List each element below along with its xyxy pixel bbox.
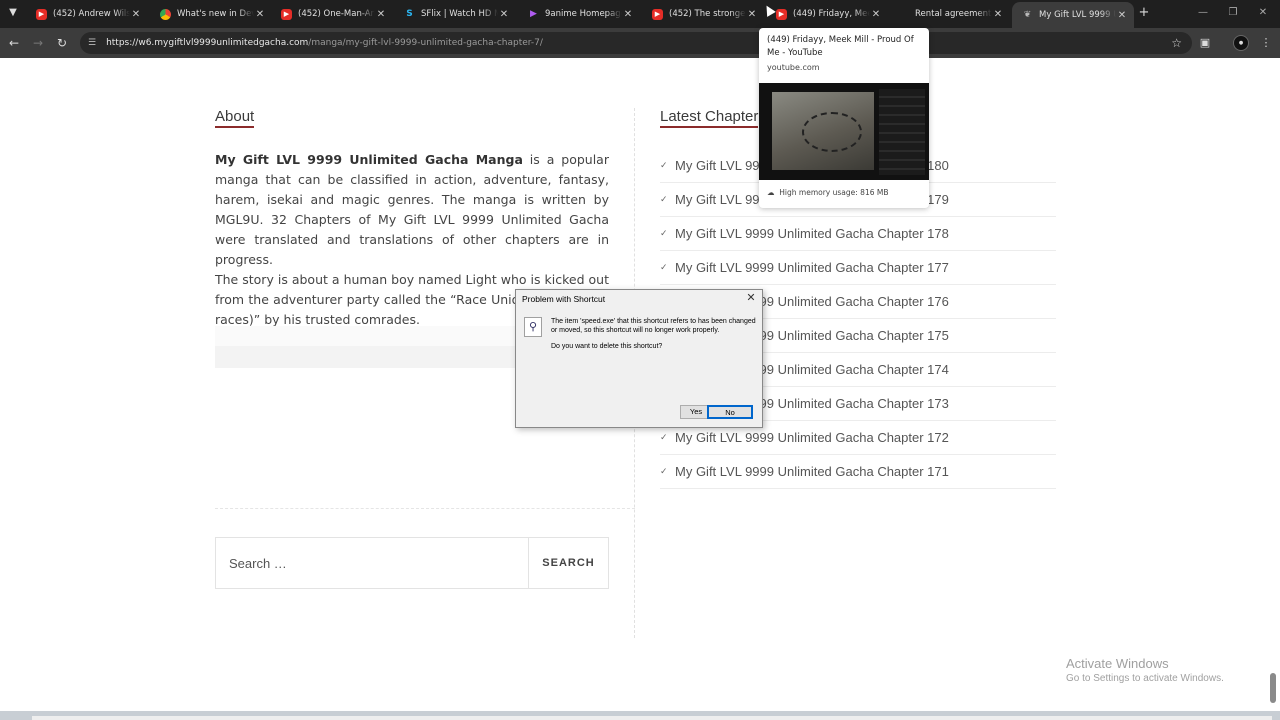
tab-6[interactable]: ▶ (449) Fridayy, Meek M✕ (766, 2, 888, 26)
about-heading: About (215, 108, 255, 128)
blank-favicon-icon (898, 9, 909, 20)
forward-icon[interactable]: → (29, 34, 47, 52)
tab-title: SFlix | Watch HD Mov (421, 9, 498, 19)
check-icon: ✓ (660, 160, 668, 170)
youtube-icon: ▶ (776, 8, 787, 20)
tab-4[interactable]: ▶ 9anime Homepage: E✕ (518, 2, 640, 26)
browser-chrome: ▼ ▶(452) Andrew Wilson✕What's new in Dev… (0, 0, 1280, 58)
tab-2[interactable]: ▶ (452) One-Man-Army✕ (271, 2, 393, 26)
manga-icon: ❦ (1023, 9, 1032, 20)
bookmark-star-icon[interactable]: ☆ (1171, 36, 1182, 50)
anime-icon: ▶ (530, 8, 537, 19)
check-icon: ✓ (660, 262, 668, 272)
manga-title-bold: My Gift LVL 9999 Unlimited Gacha Manga (215, 152, 523, 167)
activate-windows-watermark: Activate Windows Go to Settings to activ… (1066, 656, 1224, 684)
hovercard-domain: youtube.com (767, 63, 820, 72)
dialog-close-icon[interactable]: ✕ (744, 291, 758, 304)
chapter-link[interactable]: My Gift LVL 9999 Unlimited Gacha Chapter… (675, 430, 949, 445)
sflix-icon: S (406, 8, 413, 19)
tab-close-icon[interactable]: ✕ (130, 9, 142, 20)
tab-8[interactable]: ❦ My Gift LVL 9999 Unl✕ (1012, 2, 1134, 28)
check-icon: ✓ (660, 228, 668, 238)
search-input[interactable] (216, 538, 528, 588)
tab-hover-card: (449) Fridayy, Meek Mill - Proud Of Me -… (759, 28, 929, 208)
check-icon: ✓ (660, 466, 668, 476)
search-form: SEARCH (215, 537, 609, 589)
search-shortcut-icon: ⚲ (524, 317, 542, 337)
watermark-line-2: Go to Settings to activate Windows. (1066, 673, 1224, 684)
profile-avatar[interactable]: ● (1233, 35, 1249, 51)
tab-7[interactable]: Rental agreement te✕ (888, 2, 1010, 26)
tab-0[interactable]: ▶ (452) Andrew Wilson✕ (26, 2, 148, 26)
tab-close-icon[interactable]: ✕ (992, 9, 1004, 20)
chapter-link[interactable]: My Gift LVL 9999 Unlimited Gacha Chapter… (675, 260, 949, 275)
preview-sidebar (879, 89, 925, 175)
scroll-thumb[interactable] (32, 716, 1272, 720)
youtube-icon: ▶ (36, 8, 47, 20)
memory-icon: ☁ (767, 188, 775, 197)
reload-icon[interactable]: ↻ (53, 34, 71, 52)
tab-title: (452) The strongest m (669, 9, 746, 19)
tab-title: What's new in DevTo (177, 9, 254, 19)
no-button[interactable]: No (707, 405, 753, 419)
vertical-scrollbar[interactable] (1270, 673, 1276, 703)
preview-video-frame (772, 92, 874, 170)
new-tab-button[interactable]: + (1136, 5, 1152, 21)
tab-title: (452) Andrew Wilson (53, 9, 130, 19)
chapter-link[interactable]: My Gift LVL 9999 Unlimited Gacha Chapter… (675, 226, 949, 241)
memory-usage: ☁ High memory usage: 816 MB (767, 188, 888, 197)
tab-close-icon[interactable]: ✕ (746, 9, 758, 20)
tab-close-icon[interactable]: ✕ (375, 9, 387, 20)
hovercard-title: (449) Fridayy, Meek Mill - Proud Of Me -… (767, 35, 914, 58)
tab-close-icon[interactable]: ✕ (622, 9, 634, 20)
barbed-wire-shape (802, 112, 862, 152)
search-button[interactable]: SEARCH (528, 538, 608, 588)
chapter-list-item: ✓ My Gift LVL 9999 Unlimited Gacha Chapte… (660, 251, 1056, 285)
maximize-icon[interactable]: ❐ (1218, 4, 1248, 22)
youtube-icon: ▶ (281, 8, 292, 20)
address-bar[interactable]: ☰ https://w6.mygiftlvl9999unlimitedgacha… (80, 32, 1192, 54)
tab-title: (452) One-Man-Army (298, 9, 375, 19)
menu-kebab-icon[interactable]: ⋮ (1258, 35, 1274, 51)
hovercard-preview-image (759, 83, 929, 180)
tab-title: 9anime Homepage: E (545, 9, 622, 19)
about-paragraph-1: is a popular manga that can be classifie… (215, 152, 609, 267)
url-host: https://w6.mygiftlvl9999unlimitedgacha.c… (106, 38, 309, 48)
latest-chapter-heading: Latest Chapter (660, 108, 759, 128)
chapter-list-item: ✓ My Gift LVL 9999 Unlimited Gacha Chapte… (660, 217, 1056, 251)
back-icon[interactable]: ← (5, 34, 23, 52)
close-window-icon[interactable]: ✕ (1248, 4, 1278, 22)
tab-1[interactable]: What's new in DevTo✕ (150, 2, 272, 26)
chapter-link[interactable]: My Gift LVL 9999 Unlimited Gacha Chapter… (675, 464, 949, 479)
chapter-list-item: ✓ My Gift LVL 9999 Unlimited Gacha Chapte… (660, 455, 1056, 489)
tab-title: Rental agreement te (915, 9, 992, 19)
tab-3[interactable]: S SFlix | Watch HD Mov✕ (394, 2, 516, 26)
tab-close-icon[interactable]: ✕ (870, 9, 882, 20)
tab-search-icon[interactable]: ▼ (4, 4, 22, 22)
tab-close-icon[interactable]: ✕ (1116, 10, 1128, 21)
extensions-icon[interactable]: ▣ (1197, 35, 1213, 51)
minimize-icon[interactable]: — (1188, 4, 1218, 22)
shortcut-error-dialog: Problem with Shortcut ✕ ⚲ The item 'spee… (515, 289, 763, 428)
memory-text: High memory usage: 816 MB (779, 188, 889, 197)
tab-title: My Gift LVL 9999 Unl (1039, 10, 1116, 20)
browser-toolbar: ← → ↻ ☰ https://w6.mygiftlvl9999unlimite… (0, 28, 1280, 58)
youtube-icon: ▶ (652, 8, 663, 20)
check-icon: ✓ (660, 194, 668, 204)
dialog-message: The item 'speed.exe' that this shortcut … (551, 318, 756, 334)
dialog-question: Do you want to delete this shortcut? (551, 343, 663, 350)
dialog-title: Problem with Shortcut (522, 294, 606, 304)
url-path: /manga/my-gift-lvl-9999-unlimited-gacha-… (308, 38, 543, 48)
tab-5[interactable]: ▶ (452) The strongest m✕ (642, 2, 764, 26)
horizontal-scrollbar[interactable] (0, 711, 1280, 720)
tab-strip: ▼ ▶(452) Andrew Wilson✕What's new in Dev… (0, 0, 1280, 28)
tab-title: (449) Fridayy, Meek M (793, 9, 870, 19)
watermark-line-1: Activate Windows (1066, 656, 1169, 671)
chrome-icon (160, 8, 171, 20)
site-info-icon[interactable]: ☰ (88, 38, 96, 48)
tab-close-icon[interactable]: ✕ (254, 9, 266, 20)
tab-close-icon[interactable]: ✕ (498, 9, 510, 20)
section-divider (215, 508, 635, 509)
check-icon: ✓ (660, 432, 668, 442)
